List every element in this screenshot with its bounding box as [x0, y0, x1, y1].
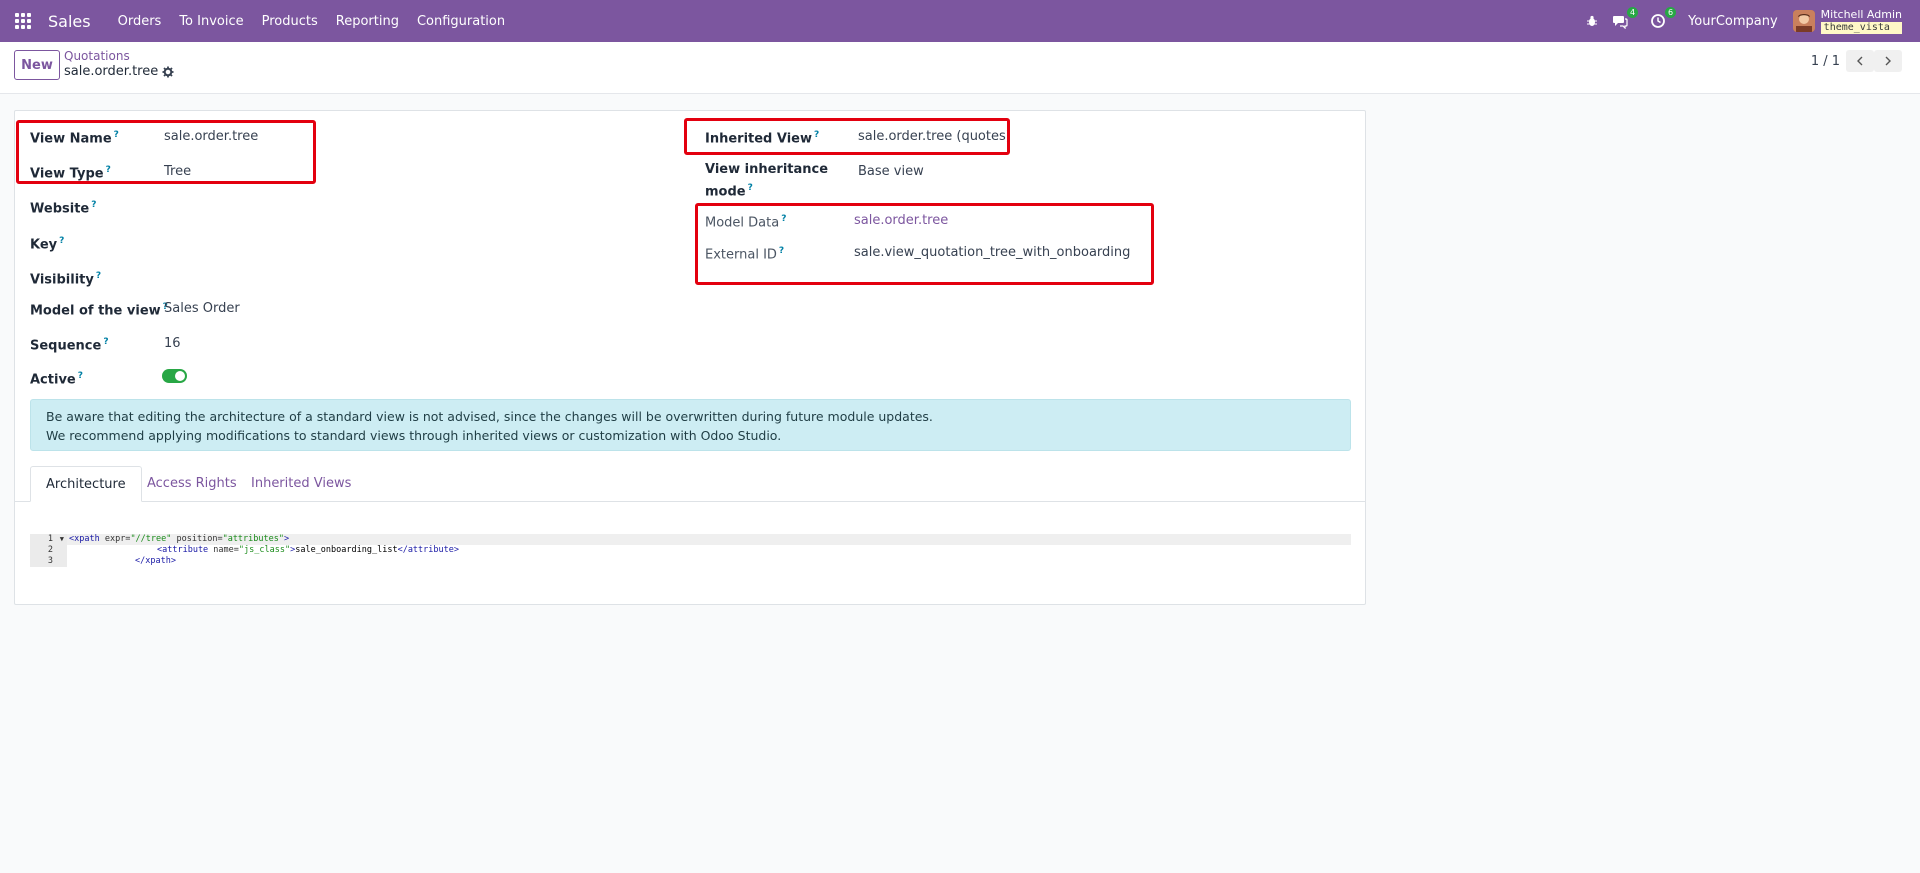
new-button[interactable]: New	[14, 50, 60, 80]
key-label: Key?	[30, 236, 65, 253]
model-data-link[interactable]: sale.order.tree	[854, 212, 948, 230]
gear-icon[interactable]	[162, 66, 174, 78]
view-name-value[interactable]: sale.order.tree	[164, 128, 258, 146]
alert-line-2: We recommend applying modifications to s…	[46, 428, 782, 443]
tab-access-rights[interactable]: Access Rights	[132, 466, 252, 502]
company-switcher[interactable]: YourCompany	[1688, 14, 1778, 29]
notebook-tabs: Architecture Access Rights Inherited Vie…	[15, 466, 1365, 502]
database-tag: theme_vista	[1820, 21, 1902, 34]
view-type-label: View Type?	[30, 165, 111, 182]
model-data-label: Model Data?	[705, 214, 787, 231]
pager-value[interactable]: 1 / 1	[1811, 54, 1840, 69]
menu-to-invoice[interactable]: To Invoice	[179, 14, 243, 29]
code-line[interactable]: 3 </xpath>	[30, 556, 1351, 567]
menu-orders[interactable]: Orders	[118, 14, 162, 29]
external-id-value[interactable]: sale.view_quotation_tree_with_onboarding	[854, 244, 1130, 262]
code-line[interactable]: 1 ▼ <xpath expr="//tree" position="attrib…	[30, 534, 1351, 545]
inheritance-mode-value[interactable]: Base view	[858, 163, 924, 181]
model-value[interactable]: Sales Order	[164, 300, 240, 318]
website-label: Website?	[30, 200, 97, 217]
control-panel: New Quotations sale.order.tree 1 / 1	[0, 42, 1920, 94]
apps-grid-icon[interactable]	[15, 13, 31, 29]
architecture-code-editor[interactable]: 1 ▼ <xpath expr="//tree" position="attrib…	[30, 534, 1351, 567]
inheritance-mode-label: View inheritance mode?	[705, 162, 829, 200]
menu-configuration[interactable]: Configuration	[417, 14, 505, 29]
fold-arrow-icon[interactable]: ▼	[60, 534, 64, 545]
app-brand[interactable]: Sales	[48, 12, 91, 31]
top-navbar: Sales Orders To Invoice Products Reporti…	[0, 0, 1920, 42]
avatar[interactable]	[1792, 10, 1815, 32]
visibility-label: Visibility?	[30, 271, 102, 288]
inherited-view-value[interactable]: sale.order.tree (quotes)	[858, 128, 1011, 146]
code-line[interactable]: 2 <attribute name="js_class">sale_onboar…	[30, 545, 1351, 556]
breadcrumb: sale.order.tree	[64, 64, 174, 79]
activity-count-badge: 6	[1664, 7, 1677, 18]
pager-next-button[interactable]	[1874, 50, 1902, 72]
view-type-value[interactable]: Tree	[164, 163, 191, 181]
chat-icon[interactable]: 4	[1612, 7, 1639, 30]
menu-reporting[interactable]: Reporting	[336, 14, 399, 29]
external-id-label: External ID?	[705, 246, 785, 263]
tab-architecture[interactable]: Architecture	[30, 466, 142, 502]
sequence-value[interactable]: 16	[164, 335, 181, 353]
chevron-left-icon	[1857, 56, 1863, 66]
clock-icon[interactable]: 6	[1650, 7, 1677, 29]
chat-count-badge: 4	[1626, 7, 1639, 18]
form-sheet: View Name? sale.order.tree View Type? Tr…	[14, 110, 1366, 605]
breadcrumb-current-record: sale.order.tree	[64, 64, 159, 79]
active-label: Active?	[30, 371, 83, 388]
warning-alert: Be aware that editing the architecture o…	[30, 399, 1351, 451]
model-label: Model of the view?	[30, 302, 168, 319]
breadcrumb-quotations[interactable]: Quotations	[64, 49, 130, 63]
bug-icon[interactable]	[1586, 15, 1598, 27]
alert-line-1: Be aware that editing the architecture o…	[46, 409, 933, 424]
active-toggle[interactable]	[162, 369, 187, 383]
user-menu[interactable]: Mitchell Admin theme_vista	[1820, 7, 1902, 34]
menu-products[interactable]: Products	[262, 14, 318, 29]
user-name: Mitchell Admin	[1820, 7, 1902, 21]
chevron-right-icon	[1885, 56, 1891, 66]
inherited-view-label: Inherited View?	[705, 130, 820, 147]
sequence-label: Sequence?	[30, 337, 109, 354]
view-name-label: View Name?	[30, 130, 119, 147]
pager-previous-button[interactable]	[1846, 50, 1874, 72]
tab-inherited-views[interactable]: Inherited Views	[236, 466, 366, 502]
navbar-systray: 4 6 YourCompany Mitchell Admin theme_vis…	[1586, 0, 1920, 42]
